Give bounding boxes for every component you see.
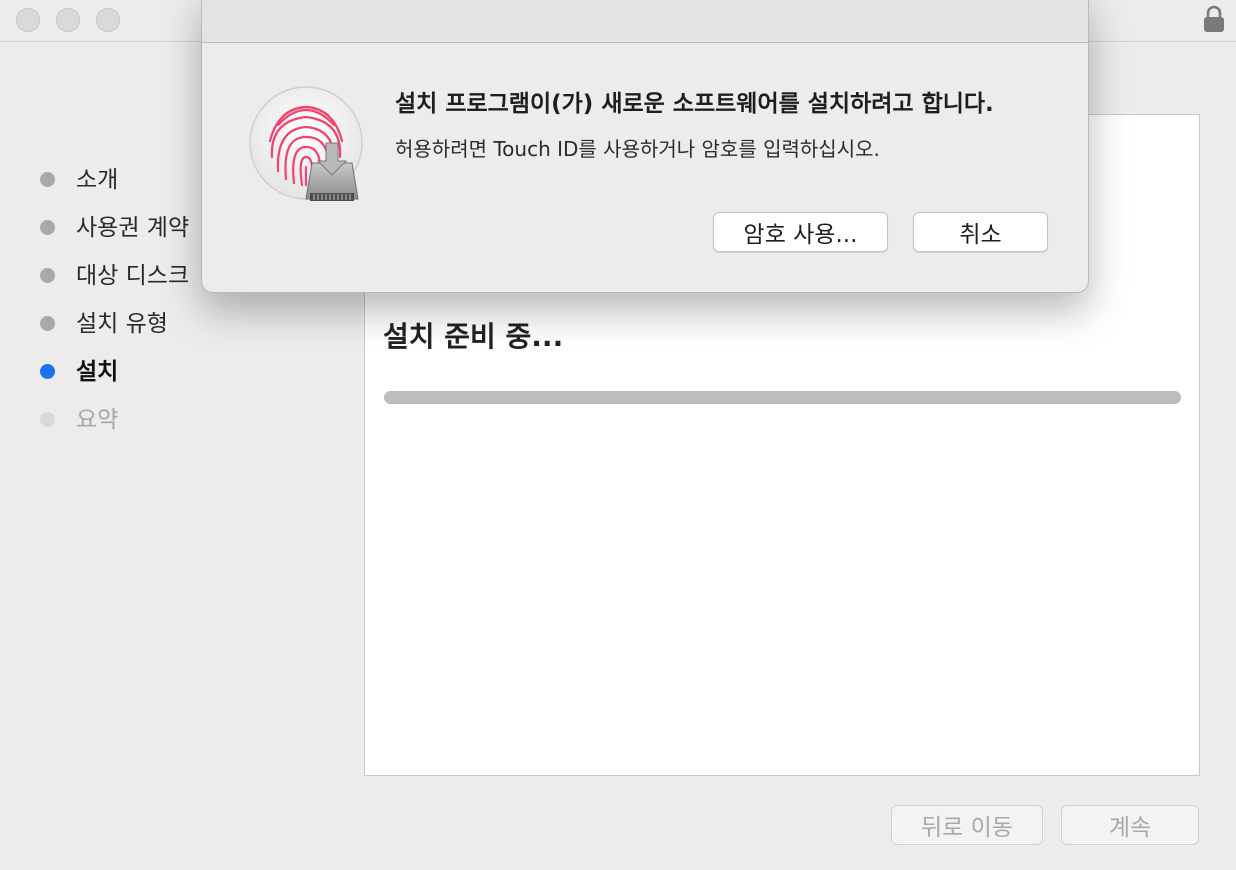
zoom-window-button[interactable] (96, 8, 120, 32)
cancel-button[interactable]: 취소 (913, 212, 1048, 252)
step-status-dot (40, 220, 55, 235)
step-label: 대상 디스크 (76, 263, 190, 289)
step-label: 요약 (76, 407, 119, 433)
step-summary: 요약 (38, 392, 238, 440)
step-install: 설치 (38, 344, 238, 392)
step-label: 설치 유형 (76, 311, 168, 337)
step-label: 사용권 계약 (76, 215, 190, 241)
step-status-dot (40, 268, 55, 283)
step-status-dot (40, 412, 55, 427)
progress-fill (385, 392, 1180, 403)
step-label: 소개 (76, 167, 119, 193)
touch-id-fingerprint-icon (249, 86, 363, 201)
dialog-sheet-header (202, 0, 1088, 43)
continue-button[interactable]: 계속 (1061, 805, 1199, 845)
dialog-title: 설치 프로그램이(가) 새로운 소프트웨어를 설치하려고 합니다. (395, 91, 994, 117)
authentication-dialog: 설치 프로그램이(가) 새로운 소프트웨어를 설치하려고 합니다. 허용하려면 … (201, 0, 1089, 293)
lock-icon[interactable] (1202, 4, 1226, 34)
use-password-button[interactable]: 암호 사용... (713, 212, 888, 252)
step-status-dot (40, 316, 55, 331)
step-installation-type: 설치 유형 (38, 296, 238, 344)
step-status-dot (40, 364, 55, 379)
close-window-button[interactable] (16, 8, 40, 32)
dialog-message: 허용하려면 Touch ID를 사용하거나 암호를 입력하십시오. (395, 137, 880, 161)
page-title: 설치 준비 중... (383, 320, 564, 353)
step-label: 설치 (76, 359, 119, 385)
go-back-button[interactable]: 뒤로 이동 (891, 805, 1043, 845)
step-status-dot (40, 172, 55, 187)
minimize-window-button[interactable] (56, 8, 80, 32)
install-progress-bar (384, 391, 1181, 404)
